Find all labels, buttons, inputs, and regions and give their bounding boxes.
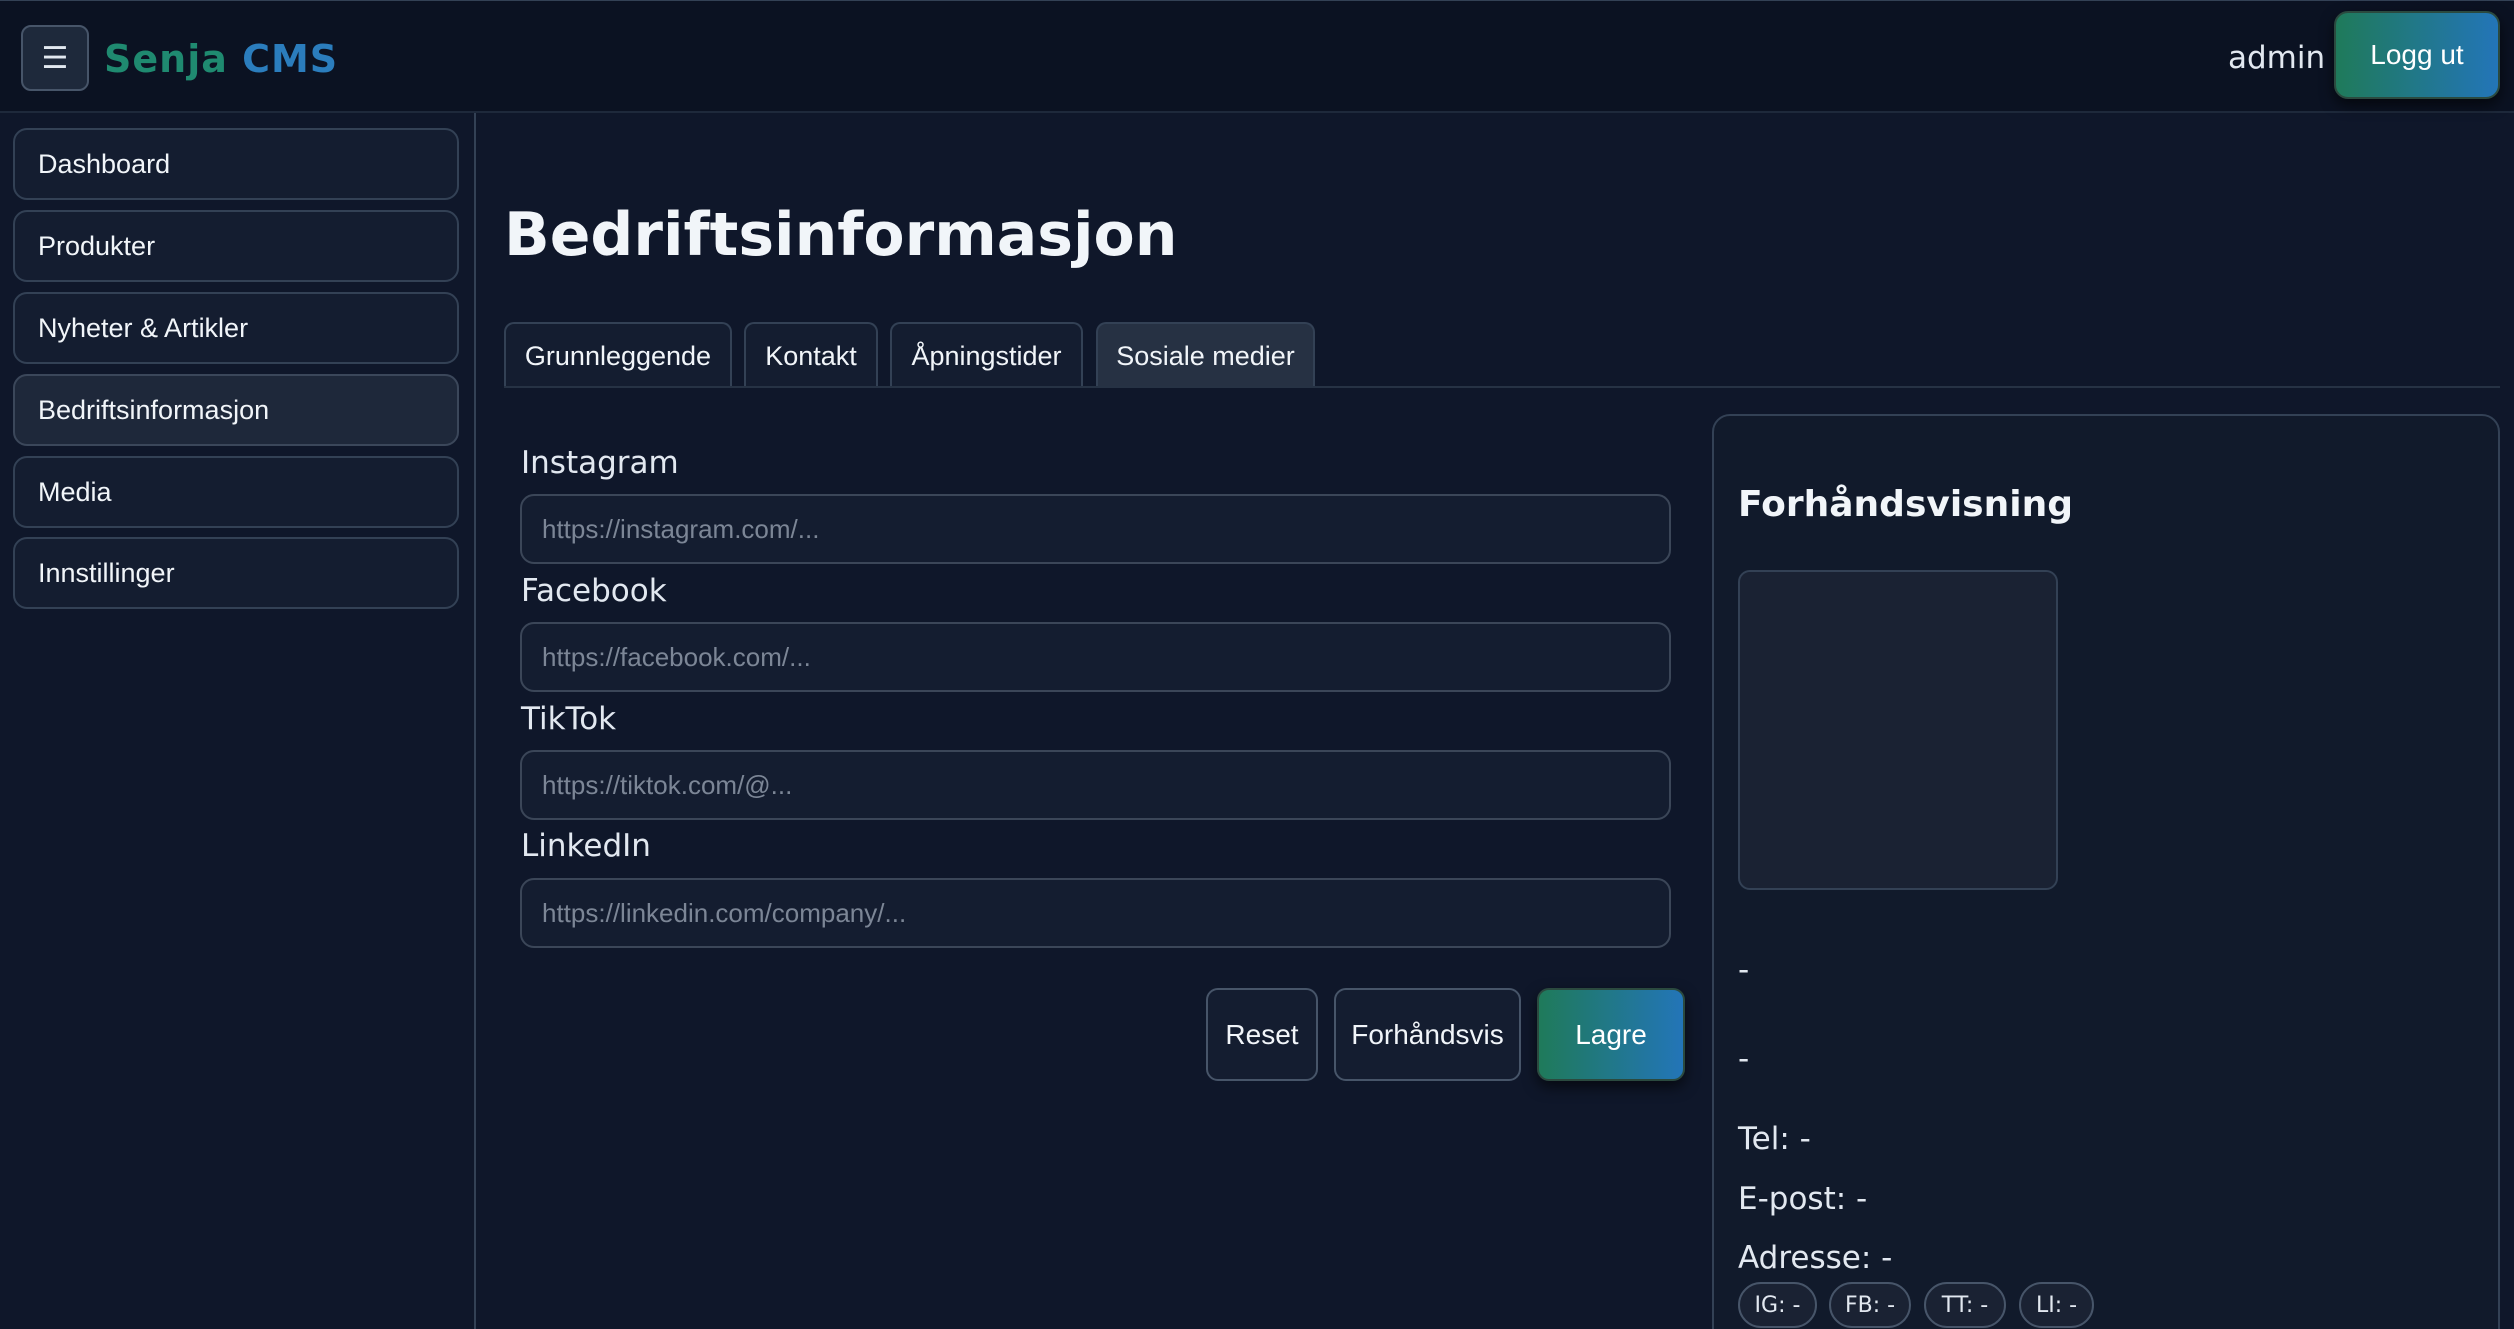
hamburger-menu-button[interactable]: ☰ xyxy=(21,25,89,91)
instagram-input[interactable] xyxy=(520,494,1671,564)
preview-phone: Tel: - xyxy=(1738,1121,1811,1157)
sidebar-item-dashboard[interactable]: Dashboard xyxy=(13,128,459,200)
tab-kontakt[interactable]: Kontakt xyxy=(744,322,878,388)
instagram-label: Instagram xyxy=(521,445,679,481)
preview-chip-tiktok: TT: - xyxy=(1924,1282,2006,1328)
save-button[interactable]: Lagre xyxy=(1537,988,1685,1081)
brand-name-part2: CMS xyxy=(242,37,339,81)
sidebar-item-innstillinger[interactable]: Innstillinger xyxy=(13,537,459,609)
facebook-label: Facebook xyxy=(521,573,667,609)
sidebar-item-bedriftsinformasjon[interactable]: Bedriftsinformasjon xyxy=(13,374,459,446)
preview-company-name: - xyxy=(1738,952,1750,988)
preview-description: - xyxy=(1738,1041,1750,1077)
tab-sosiale-medier[interactable]: Sosiale medier xyxy=(1096,322,1315,388)
page-title: Bedriftsinformasjon xyxy=(504,200,1178,270)
top-bar: ☰ Senja CMS admin Logg ut xyxy=(0,0,2514,113)
sidebar: Dashboard Produkter Nyheter & Artikler B… xyxy=(0,113,476,1329)
facebook-input[interactable] xyxy=(520,622,1671,692)
tab-grunnleggende[interactable]: Grunnleggende xyxy=(504,322,732,388)
menu-icon: ☰ xyxy=(41,40,69,76)
current-username: admin xyxy=(2228,40,2326,76)
preview-chip-facebook: FB: - xyxy=(1829,1282,1911,1328)
tab-apningstider[interactable]: Åpningstider xyxy=(890,322,1083,388)
brand-name-part1: Senja xyxy=(104,37,228,81)
linkedin-input[interactable] xyxy=(520,878,1671,948)
preview-logo-placeholder xyxy=(1738,570,2058,890)
logout-button[interactable]: Logg ut xyxy=(2334,11,2500,99)
preview-chip-instagram: IG: - xyxy=(1738,1282,1817,1328)
preview-chip-linkedin: LI: - xyxy=(2019,1282,2094,1328)
preview-address: Adresse: - xyxy=(1738,1240,1893,1276)
sidebar-item-produkter[interactable]: Produkter xyxy=(13,210,459,282)
sidebar-item-media[interactable]: Media xyxy=(13,456,459,528)
tiktok-label: TikTok xyxy=(521,701,617,737)
preview-title: Forhåndsvisning xyxy=(1738,484,2073,525)
sidebar-item-nyheter-artikler[interactable]: Nyheter & Artikler xyxy=(13,292,459,364)
linkedin-label: LinkedIn xyxy=(521,828,651,864)
brand-logo[interactable]: Senja CMS xyxy=(104,31,338,87)
tabs-divider xyxy=(504,386,2500,388)
preview-button[interactable]: Forhåndsvis xyxy=(1334,988,1521,1081)
reset-button[interactable]: Reset xyxy=(1206,988,1318,1081)
preview-email: E-post: - xyxy=(1738,1181,1868,1217)
tiktok-input[interactable] xyxy=(520,750,1671,820)
